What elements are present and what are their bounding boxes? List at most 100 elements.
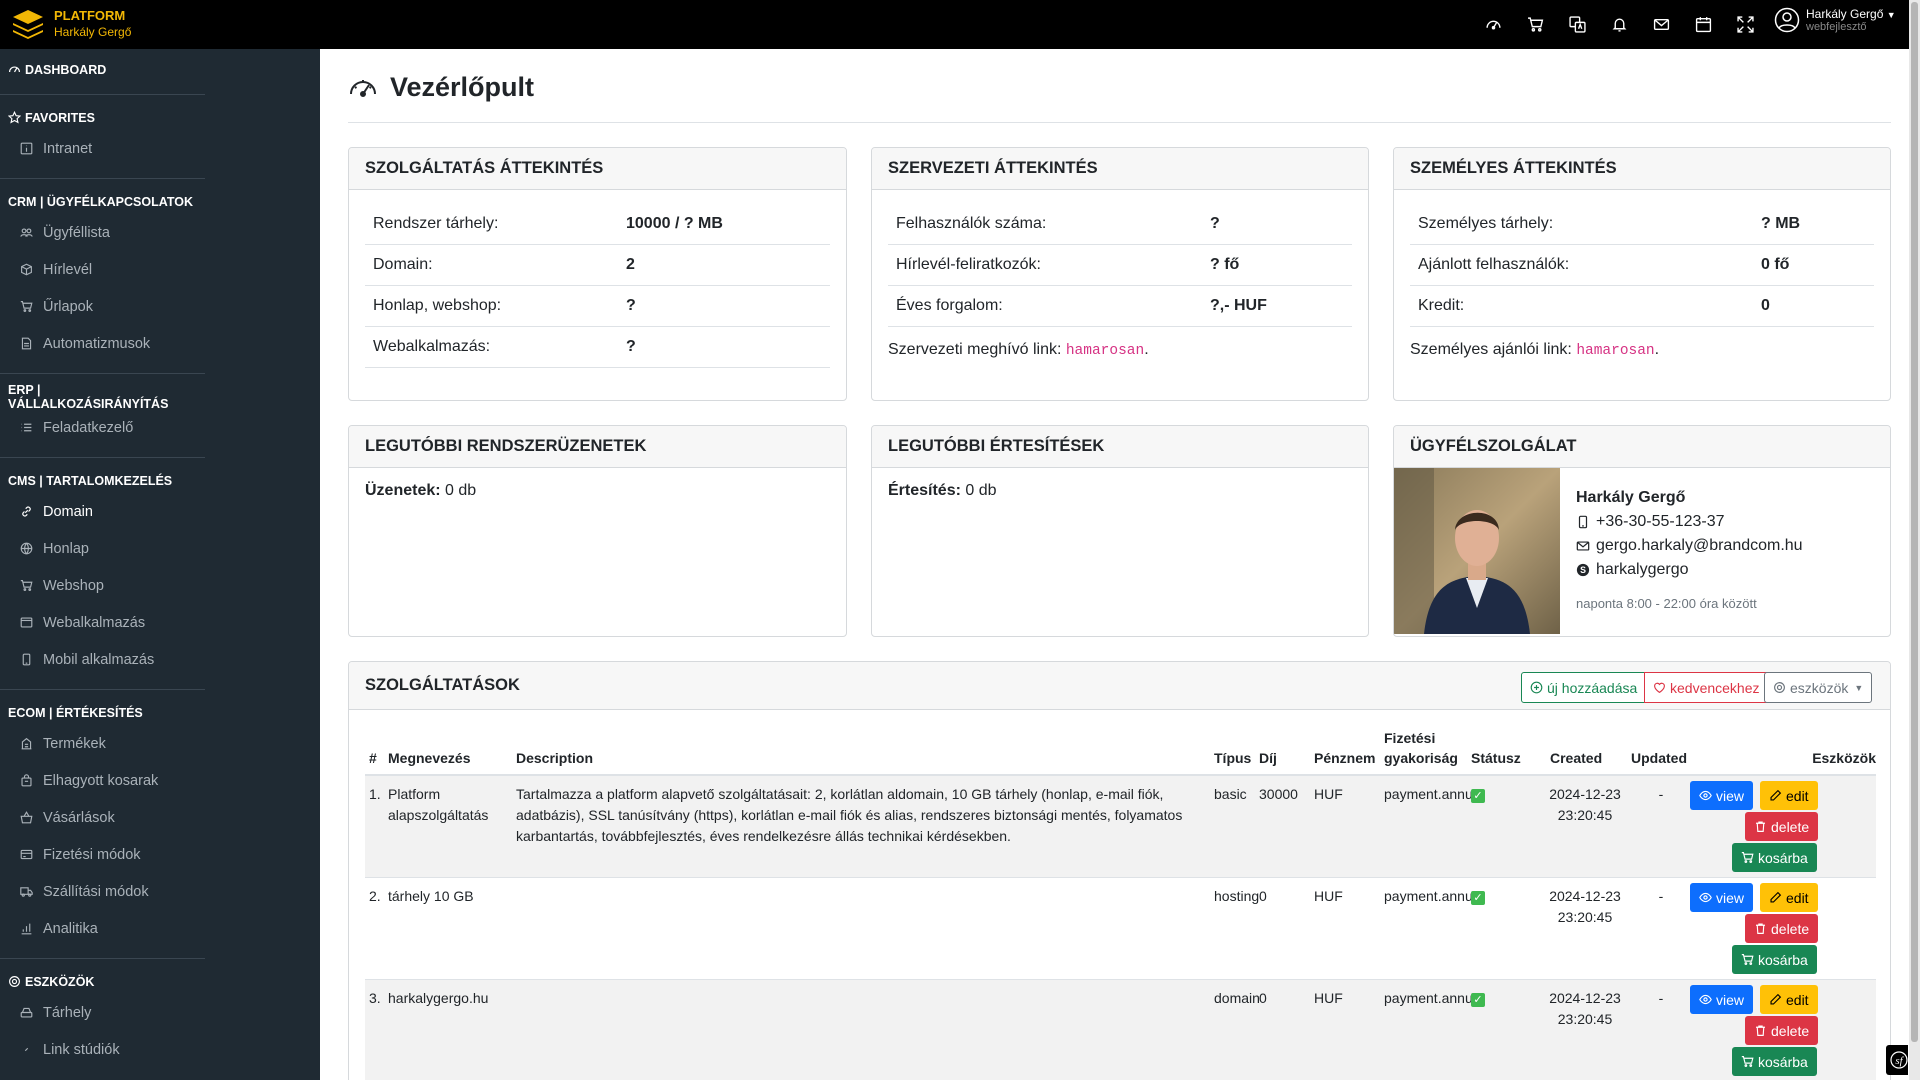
kv-row: Hírlevél-feliratkozók: ? fő: [888, 245, 1352, 286]
delete-button[interactable]: delete: [1745, 1016, 1819, 1045]
kv-label: Ajánlott felhasználók:: [1418, 256, 1570, 273]
support-email[interactable]: gergo.harkaly@brandcom.hu: [1596, 534, 1803, 558]
col-num: #: [369, 750, 377, 766]
cell-num: 1.: [369, 786, 381, 802]
delete-button[interactable]: delete: [1745, 914, 1819, 943]
fullscreen-icon[interactable]: [1724, 12, 1766, 36]
kv-row: Honlap, webshop:?: [365, 286, 830, 327]
sidebar-label: DASHBOARD: [25, 62, 107, 77]
top-navbar: PLATFORM Harkály Gergő Harkály Gergő ▼ w…: [0, 0, 1909, 49]
sidebar-item-mobile-app[interactable]: Mobil alkalmazás: [0, 641, 205, 678]
phone-icon: [22, 653, 31, 666]
kv-label: Felhasználók száma:: [896, 215, 1047, 232]
cell-status: ✓: [1471, 784, 1485, 805]
caret-down-icon: ▼: [1854, 682, 1864, 693]
sidebar-item-domain[interactable]: Domain: [0, 493, 205, 530]
delete-label: delete: [1771, 818, 1810, 835]
view-button[interactable]: view: [1690, 985, 1754, 1014]
sidebar-item-abandoned-carts[interactable]: Elhagyott kosarak: [0, 762, 205, 799]
sidebar-item-label: Webshop: [43, 577, 104, 594]
divider: [348, 122, 1891, 123]
org-overview-card: SZERVEZETI ÁTTEKINTÉS Felhasználók száma…: [871, 147, 1369, 401]
building-icon: [21, 737, 32, 750]
view-label: view: [1716, 787, 1745, 804]
list-icon: [21, 423, 32, 432]
sidebar-item-purchases[interactable]: Vásárlások: [0, 799, 205, 836]
notifications-value: 0 db: [965, 482, 997, 499]
sidebar-item-label: Vásárlások: [43, 809, 115, 826]
page-scrollbar[interactable]: [1909, 0, 1920, 1080]
add-to-cart-button[interactable]: kosárba: [1732, 1047, 1817, 1076]
cell-freq: payment.annual: [1384, 888, 1484, 904]
edit-button[interactable]: edit: [1760, 985, 1818, 1014]
view-button[interactable]: view: [1690, 883, 1754, 912]
symfony-icon: sf: [1890, 1051, 1908, 1069]
speedometer-icon: [350, 79, 376, 97]
symfony-toolbar-toggle[interactable]: sf: [1886, 1045, 1908, 1075]
sidebar-item-link-studio[interactable]: Link stúdiók: [0, 1031, 205, 1068]
delete-button[interactable]: delete: [1745, 812, 1819, 841]
sidebar-item-label: Elhagyott kosarak: [43, 772, 159, 789]
edit-button[interactable]: edit: [1760, 781, 1818, 810]
basket-icon: [20, 811, 33, 824]
sidebar-item-storage[interactable]: Tárhely: [0, 994, 205, 1031]
support-skype[interactable]: harkalygergo: [1596, 558, 1689, 582]
add-new-button[interactable]: új hozzáadása: [1521, 672, 1647, 703]
delete-label: delete: [1771, 1022, 1810, 1039]
translate-icon[interactable]: [1556, 12, 1598, 36]
support-photo: [1394, 468, 1560, 634]
messages-value: 0 db: [445, 482, 477, 499]
sidebar-item-dashboard[interactable]: DASHBOARD: [0, 57, 205, 82]
sidebar-item-label: Analitika: [43, 920, 98, 937]
edit-button[interactable]: edit: [1760, 883, 1818, 912]
cart-icon[interactable]: [1514, 12, 1556, 36]
add-to-cart-button[interactable]: kosárba: [1732, 843, 1817, 872]
sidebar-item-tasks[interactable]: Feladatkezelő: [0, 409, 205, 446]
support-hours: naponta 8:00 - 22:00 óra között: [1576, 596, 1757, 611]
invite-value: hamarosan: [1065, 343, 1145, 359]
cart-icon: [1741, 954, 1754, 965]
calendar-icon[interactable]: [1682, 12, 1724, 36]
bell-icon[interactable]: [1598, 12, 1640, 36]
kv-value: ?: [1210, 215, 1220, 232]
referral-link: Személyes ajánlói link: hamarosan.: [1410, 341, 1660, 359]
sidebar-item-webshop[interactable]: Webshop: [0, 567, 205, 604]
view-label: view: [1716, 889, 1745, 906]
page-title: Vezérlőpult: [348, 72, 534, 103]
support-phone[interactable]: +36-30-55-123-37: [1596, 510, 1725, 534]
sidebar-item-intranet[interactable]: Intranet: [0, 130, 205, 167]
sidebar-item-forms[interactable]: Űrlapok: [0, 288, 205, 325]
sidebar-item-analytics[interactable]: Analitika: [0, 910, 205, 947]
add-favorite-button[interactable]: kedvencekhez: [1644, 672, 1769, 703]
table-header: # Megnevezés Description Típus Díj Pénzn…: [365, 710, 1876, 776]
cell-fee: 30000: [1259, 786, 1298, 802]
mail-icon[interactable]: [1640, 12, 1682, 36]
sidebar-item-newsletter[interactable]: Hírlevél: [0, 251, 205, 288]
dashboard-icon[interactable]: [1472, 12, 1514, 36]
notifications-label: Értesítés:: [888, 482, 961, 499]
sidebar-item-automations[interactable]: Automatizmusok: [0, 325, 205, 362]
chevron-down-icon: ▼: [1886, 10, 1896, 20]
cell-updated: -: [1658, 990, 1664, 1006]
scrollbar-thumb[interactable]: [1911, 2, 1918, 1042]
box-icon: [21, 263, 32, 276]
sidebar-item-webapp[interactable]: Webalkalmazás: [0, 604, 205, 641]
sidebar-item-website[interactable]: Honlap: [0, 530, 205, 567]
messages-label: Üzenetek:: [365, 482, 441, 499]
check-icon: ✓: [1471, 789, 1485, 803]
eye-icon: [1699, 892, 1712, 903]
sidebar-item-shipping-methods[interactable]: Szállítási módok: [0, 873, 205, 910]
cell-type: domain: [1214, 990, 1260, 1006]
sidebar-item-payment-methods[interactable]: Fizetési módok: [0, 836, 205, 873]
cart-label: kosárba: [1758, 1053, 1808, 1070]
add-to-cart-button[interactable]: kosárba: [1732, 945, 1817, 974]
pencil-icon: [1770, 789, 1782, 801]
brand[interactable]: PLATFORM Harkály Gergő: [10, 6, 131, 42]
view-button[interactable]: view: [1690, 781, 1754, 810]
sidebar-item-customers[interactable]: Ügyféllista: [0, 214, 205, 251]
card-title: LEGUTÓBBI ÉRTESÍTÉSEK: [872, 426, 1368, 468]
user-menu[interactable]: Harkály Gergő ▼ webfejlesztő: [1774, 7, 1896, 33]
sidebar-item-products[interactable]: Termékek: [0, 725, 205, 762]
col-tools: Eszközök: [1812, 750, 1876, 766]
tools-dropdown[interactable]: eszközök ▼: [1764, 672, 1873, 703]
